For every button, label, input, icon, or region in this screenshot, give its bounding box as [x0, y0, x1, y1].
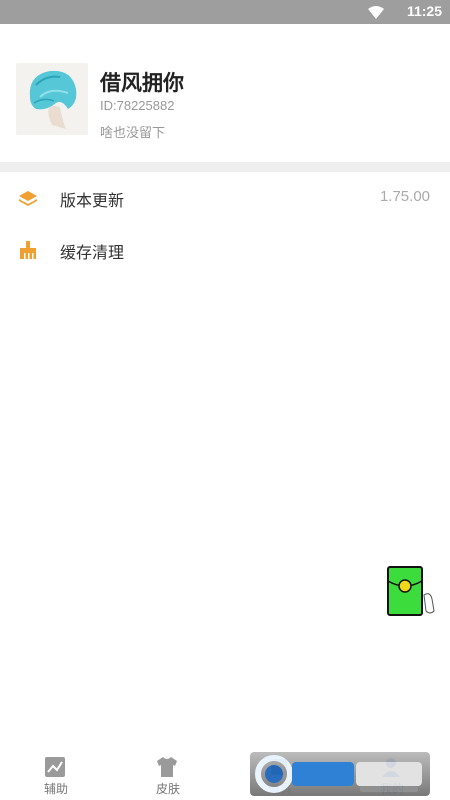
- floating-redpacket-button[interactable]: [386, 565, 436, 621]
- layers-icon: [18, 188, 38, 208]
- user-nickname: 借风拥你: [100, 71, 184, 95]
- menu-item-label: 版本更新: [60, 191, 125, 210]
- menu-item-version-update[interactable]: 版本更新 1.75.00: [0, 172, 450, 224]
- profile-header[interactable]: 借风拥你 ID:78225882 啥也没留下: [0, 24, 450, 164]
- menu-item-clear-cache[interactable]: 缓存清理: [0, 224, 450, 276]
- status-bar: 11:25: [0, 0, 450, 24]
- wifi-icon: [368, 5, 384, 24]
- tab-assist[interactable]: 辅助: [0, 748, 112, 800]
- image-icon: [44, 756, 66, 778]
- watermark-logo: [250, 752, 430, 796]
- version-value: 1.75.00: [379, 188, 430, 205]
- shirt-icon: [156, 756, 178, 778]
- broom-icon: [18, 240, 38, 260]
- section-divider: [0, 162, 450, 172]
- tab-skin[interactable]: 皮肤: [112, 748, 224, 800]
- status-time: 11:25: [406, 3, 442, 19]
- menu-item-label: 缓存清理: [60, 243, 125, 262]
- avatar[interactable]: [16, 63, 88, 135]
- user-signature: 啥也没留下: [100, 126, 166, 141]
- tab-label: 皮肤: [155, 782, 180, 796]
- tab-label: 辅助: [43, 782, 68, 796]
- user-id: ID:78225882: [100, 98, 175, 113]
